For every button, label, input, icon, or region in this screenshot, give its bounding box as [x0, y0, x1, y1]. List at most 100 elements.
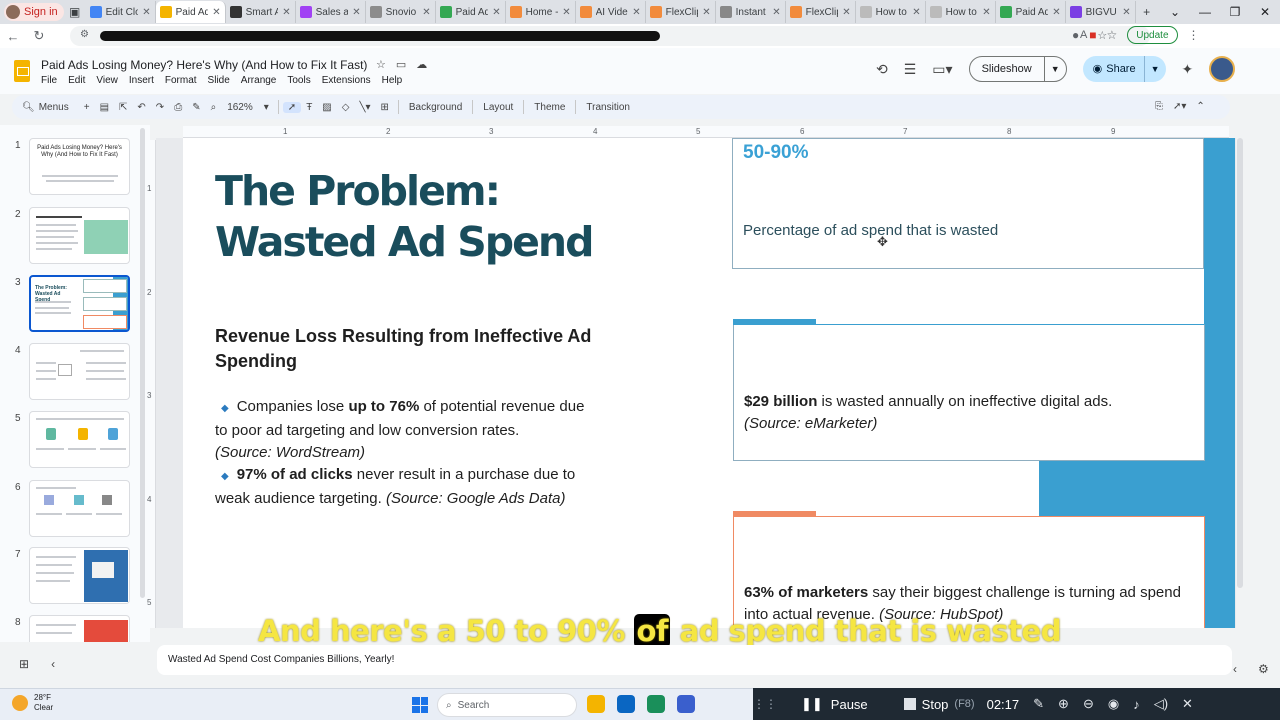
store-icon[interactable] — [677, 695, 695, 713]
menu-item-insert[interactable]: Insert — [129, 75, 154, 86]
layout-icon[interactable]: ▤ — [95, 102, 114, 113]
favorites-icon[interactable]: ☆ — [1107, 28, 1118, 42]
slide-thumbnail-8[interactable] — [29, 615, 130, 642]
zoom-select[interactable]: 162% — [221, 102, 259, 113]
collapse-filmstrip-icon[interactable]: ‹ — [51, 657, 55, 671]
browser-tab[interactable]: Smart A ✕ — [226, 1, 296, 23]
menu-item-format[interactable]: Format — [165, 75, 197, 86]
new-tab-icon[interactable]: + — [1136, 5, 1158, 19]
slide-thumbnail-6[interactable] — [29, 480, 130, 537]
pen-mode-icon[interactable]: ➚▾ — [1173, 101, 1186, 112]
tab-close-icon[interactable]: ✕ — [1122, 7, 1130, 18]
menu-item-file[interactable]: File — [41, 75, 57, 86]
taskbar-search[interactable]: ⌕ Search — [437, 693, 577, 717]
browser-menu-icon[interactable]: ⋮ — [1188, 28, 1200, 42]
menu-item-view[interactable]: View — [96, 75, 118, 86]
grid-view-icon[interactable]: ⊞ — [19, 657, 29, 671]
tab-close-icon[interactable]: ✕ — [842, 7, 850, 18]
menus-search[interactable]: 🔍︎ Menus — [12, 102, 79, 113]
browser-tab[interactable]: Paid Ad ✕ — [155, 1, 226, 23]
weather-widget[interactable]: 28°F Clear — [12, 693, 53, 713]
move-folder-icon[interactable]: ▭ — [396, 58, 406, 71]
tab-close-icon[interactable]: ✕ — [632, 7, 640, 18]
sign-in-button[interactable]: Sign in — [4, 3, 64, 21]
slide-thumbnail-4[interactable] — [29, 343, 130, 400]
tab-close-icon[interactable]: ✕ — [212, 7, 220, 18]
tab-close-icon[interactable]: ✕ — [492, 7, 500, 18]
stat-card-2[interactable]: $29 billion is wasted annually on ineffe… — [733, 319, 1205, 461]
speaker-icon[interactable]: ◁) — [1154, 696, 1168, 712]
slide-thumbnail-2[interactable] — [29, 207, 130, 264]
menu-item-arrange[interactable]: Arrange — [241, 75, 277, 86]
slide-body-text[interactable]: ◆ Companies lose up to 76% of potential r… — [215, 396, 591, 510]
share-button[interactable]: ◉ Share ▼ — [1082, 56, 1166, 82]
zoom-in-icon[interactable]: ⊕ — [1058, 696, 1069, 712]
browser-tab[interactable]: Edit Clo ✕ — [86, 1, 156, 23]
close-recorder-icon[interactable]: ✕ — [1182, 696, 1193, 712]
slides-logo-icon[interactable] — [14, 60, 30, 82]
collapse-toolbar-icon[interactable]: ⌃ — [1196, 101, 1204, 112]
undo-icon[interactable]: ↶ — [132, 102, 150, 113]
browser-tab[interactable]: How to ✕ — [856, 1, 926, 23]
print-icon[interactable]: ⎙ — [169, 102, 187, 113]
slide-thumbnail-1[interactable]: Paid Ads Losing Money? Here's Why (And H… — [29, 138, 130, 195]
version-history-icon[interactable]: ⟲ — [876, 61, 888, 78]
tab-close-icon[interactable]: ✕ — [282, 7, 290, 18]
tab-close-icon[interactable]: ✕ — [912, 7, 920, 18]
browser-tab[interactable]: FlexClip ✕ — [646, 1, 716, 23]
speaker-notes[interactable]: Wasted Ad Spend Cost Companies Billions,… — [157, 645, 1232, 675]
tab-close-icon[interactable]: ✕ — [352, 7, 360, 18]
paint-format-icon[interactable]: ✎ — [187, 102, 205, 113]
gemini-icon[interactable]: ✦ — [1182, 61, 1194, 78]
minimize-icon[interactable]: — — [1190, 0, 1220, 24]
browser-tab[interactable]: Home - ✕ — [506, 1, 576, 23]
zoom-icon[interactable]: ⌕ — [206, 102, 222, 113]
settings-gear-icon[interactable]: ⚙ — [1258, 662, 1269, 676]
menu-item-tools[interactable]: Tools — [287, 75, 310, 86]
image-icon[interactable]: ▨ — [317, 102, 336, 113]
windows-start-icon[interactable] — [412, 697, 428, 713]
document-title[interactable]: Paid Ads Losing Money? Here's Why (And H… — [41, 58, 367, 72]
browser-tab[interactable]: AI Video✕ — [576, 1, 646, 23]
browser-tab[interactable]: Sales a ✕ — [296, 1, 366, 23]
tab-close-icon[interactable]: ✕ — [702, 7, 710, 18]
slide-canvas[interactable]: The Problem: Wasted Ad Spend Revenue Los… — [183, 138, 1235, 628]
import-icon[interactable]: ⇱ — [114, 102, 132, 113]
tab-close-icon[interactable]: ✕ — [562, 7, 570, 18]
browser-tab[interactable]: Paid Ad ✕ — [436, 1, 506, 23]
stop-button[interactable]: Stop (F8) — [903, 697, 975, 712]
select-tool-icon[interactable]: ➚ — [282, 101, 302, 113]
microphone-icon[interactable]: ♪ — [1133, 697, 1140, 712]
zoom-out-icon[interactable]: ⊖ — [1083, 696, 1094, 712]
line-icon[interactable]: ╲▾ — [354, 102, 375, 113]
stat-card-1[interactable]: 50-90% Percentage of ad spend that is wa… — [732, 138, 1204, 269]
tab-close-icon[interactable]: ✕ — [772, 7, 780, 18]
close-window-icon[interactable]: ✕ — [1250, 0, 1280, 24]
tab-close-icon[interactable]: ✕ — [982, 7, 990, 18]
slide-thumbnail-3[interactable]: The Problem: Wasted Ad Spend — [29, 275, 130, 332]
comment-add-icon[interactable]: ⊞ — [376, 102, 394, 113]
reload-icon[interactable]: ↻ — [26, 28, 52, 44]
redo-icon[interactable]: ↷ — [151, 102, 169, 113]
account-avatar[interactable] — [1209, 56, 1236, 82]
pause-button[interactable]: ❚❚ Pause — [801, 696, 868, 712]
browser-tab[interactable]: Instant ✕ — [716, 1, 786, 23]
window-dropdown-icon[interactable]: ⌄ — [1160, 0, 1190, 24]
new-slide-icon[interactable]: + — [79, 102, 95, 113]
pen-icon[interactable]: ✎ — [1033, 696, 1044, 712]
filmstrip-scrollbar[interactable] — [140, 128, 145, 598]
zoom-dropdown-icon[interactable]: ▾ — [259, 102, 274, 113]
tab-close-icon[interactable]: ✕ — [142, 7, 150, 18]
slide-title[interactable]: The Problem: Wasted Ad Spend — [215, 166, 635, 268]
file-explorer-icon[interactable] — [587, 695, 605, 713]
tab-close-icon[interactable]: ✕ — [1052, 7, 1060, 18]
canvas-scrollbar[interactable] — [1237, 138, 1243, 588]
menu-item-extensions[interactable]: Extensions — [322, 75, 371, 86]
browser-tab[interactable]: BIGVU ✕ — [1066, 1, 1136, 23]
maximize-icon[interactable]: ❐ — [1220, 0, 1250, 24]
slideshow-button[interactable]: Slideshow ▼ — [968, 56, 1067, 82]
slide-thumbnail-5[interactable] — [29, 411, 130, 468]
url-input[interactable]: ⚙ A ☆ — [70, 26, 1150, 46]
extension-icon[interactable]: ● — [1072, 28, 1079, 42]
star-icon[interactable]: ☆ — [376, 58, 386, 71]
